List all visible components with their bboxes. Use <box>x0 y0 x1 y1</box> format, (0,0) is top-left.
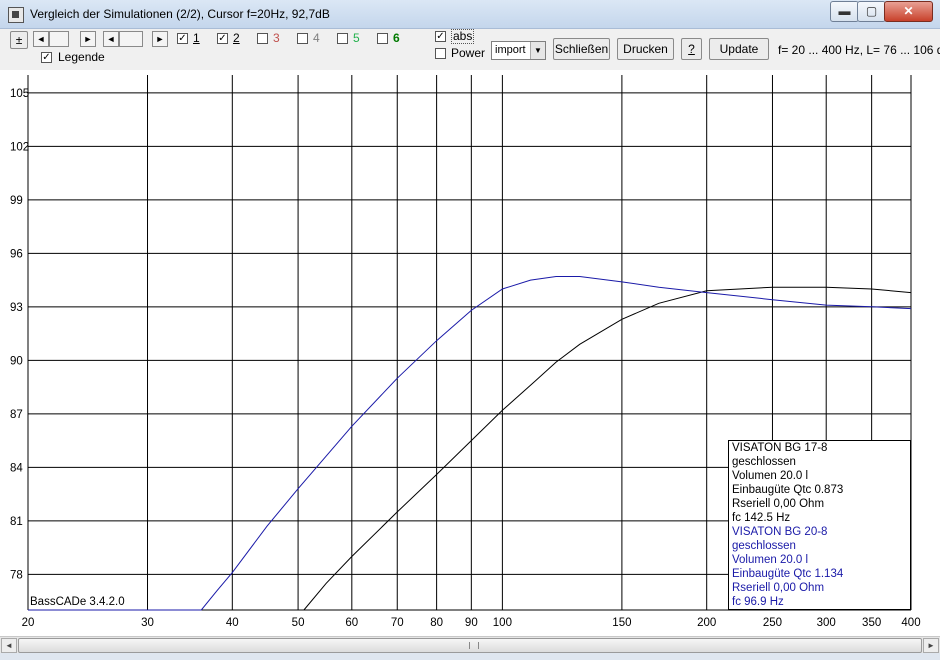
y-tick-label: 81 <box>10 516 23 528</box>
legend-line: geschlossen <box>732 540 796 552</box>
abs-label: abs <box>451 29 475 44</box>
import-select-value: import <box>495 44 526 56</box>
scroll-left-button[interactable]: ◄ <box>33 31 49 47</box>
close-window-button[interactable]: ✕ <box>884 1 933 22</box>
legende-checkbox[interactable]: ✓ <box>41 52 52 63</box>
x-tick-label: 200 <box>697 617 716 629</box>
y-tick-label: 105 <box>10 88 29 100</box>
legend-box: VISATON BG 17-8 geschlossen Volumen 20.0… <box>728 440 911 610</box>
sim2-checkbox[interactable]: ✓ <box>217 33 228 44</box>
y-tick-label: 99 <box>10 195 23 207</box>
sim4-label: 4 <box>313 31 320 45</box>
legend-line: Rseriell 0,00 Ohm <box>732 498 825 510</box>
x-tick-label: 250 <box>763 617 782 629</box>
legend-line: geschlossen <box>732 456 796 468</box>
range-readout: f= 20 ... 400 Hz, L= 76 ... 106 dB <box>778 43 940 57</box>
x-tick-label: 30 <box>141 617 154 629</box>
scroll-right-arrow-icon[interactable]: ► <box>923 638 939 653</box>
sim1-label: 1 <box>193 31 200 45</box>
x-tick-label: 40 <box>226 617 239 629</box>
sim6-checkbox[interactable] <box>377 33 388 44</box>
chevron-down-icon[interactable]: ▼ <box>530 42 545 59</box>
scroll-left-field[interactable] <box>49 31 69 47</box>
y-tick-label: 78 <box>10 569 23 581</box>
sim5-label: 5 <box>353 31 360 45</box>
x-tick-label: 350 <box>862 617 881 629</box>
legend-line: Volumen 20.0 l <box>732 554 809 566</box>
app-icon[interactable] <box>8 7 24 23</box>
x-tick-label: 400 <box>901 617 920 629</box>
y-tick-label: 84 <box>10 462 23 474</box>
legend-line: fc 142.5 Hz <box>732 512 791 524</box>
x-tick-label: 50 <box>292 617 305 629</box>
legend-line: Rseriell 0,00 Ohm <box>732 582 825 594</box>
legend-line: VISATON BG 20-8 <box>732 526 828 538</box>
y-tick-label: 96 <box>10 248 23 260</box>
title-bar: Vergleich der Simulationen (2/2), Cursor… <box>0 0 940 29</box>
x-tick-label: 80 <box>430 617 443 629</box>
zoom-field[interactable] <box>119 31 143 47</box>
x-tick-label: 20 <box>22 617 35 629</box>
legend-line: fc 96.9 Hz <box>732 596 784 608</box>
legend-line: Einbaugüte Qtc 1.134 <box>732 568 844 580</box>
x-tick-label: 90 <box>465 617 478 629</box>
sim1-checkbox[interactable]: ✓ <box>177 33 188 44</box>
x-tick-label: 60 <box>345 617 358 629</box>
status-bar <box>0 653 940 660</box>
power-checkbox[interactable] <box>435 48 446 59</box>
print-button[interactable]: Drucken <box>617 38 674 60</box>
plus-minus-button[interactable]: ± <box>10 31 28 49</box>
sim6-label: 6 <box>393 31 400 45</box>
window-title: Vergleich der Simulationen (2/2), Cursor… <box>30 7 330 21</box>
scroll-left-arrow-icon[interactable]: ◄ <box>1 638 17 653</box>
update-button[interactable]: Update <box>709 38 769 60</box>
y-tick-label: 93 <box>10 302 23 314</box>
sim5-checkbox[interactable] <box>337 33 348 44</box>
x-tick-label: 100 <box>493 617 512 629</box>
x-tick-label: 300 <box>817 617 836 629</box>
sim3-checkbox[interactable] <box>257 33 268 44</box>
y-tick-label: 90 <box>10 355 23 367</box>
toolbar: ± ◄ ► ◄ ► ✓ 1 ✓ 2 3 4 5 6 ✓ Legende ✓ ab… <box>0 29 940 69</box>
legend-line: Einbaugüte Qtc 0.873 <box>732 484 844 496</box>
minimize-button[interactable]: ▬ <box>830 1 859 22</box>
zoom-right-button[interactable]: ► <box>152 31 168 47</box>
plot-area[interactable]: 20 30 40 50 60 70 80 90 100 150 200 250 300 350 400 78 8… <box>0 70 940 636</box>
sim3-label: 3 <box>273 31 280 45</box>
sim2-label: 2 <box>233 31 240 45</box>
sim4-checkbox[interactable] <box>297 33 308 44</box>
power-label: Power <box>451 46 486 60</box>
legend-line: Volumen 20.0 l <box>732 470 809 482</box>
legend-line: VISATON BG 17-8 <box>732 442 828 454</box>
version-label: BassCADe 3.4.2.0 <box>30 596 125 608</box>
close-button[interactable]: Schließen <box>553 38 610 60</box>
y-tick-label: 102 <box>10 141 29 153</box>
scroll-right-button[interactable]: ► <box>80 31 96 47</box>
legende-label: Legende <box>58 50 105 64</box>
import-select[interactable]: import ▼ <box>491 41 546 60</box>
grip-icon <box>469 642 479 649</box>
y-tick-label: 87 <box>10 409 23 421</box>
abs-checkbox[interactable]: ✓ <box>435 31 446 42</box>
zoom-left-button[interactable]: ◄ <box>103 31 119 47</box>
x-tick-label: 150 <box>612 617 631 629</box>
x-tick-label: 70 <box>391 617 404 629</box>
help-button[interactable]: ? <box>681 38 702 60</box>
horizontal-scrollbar[interactable]: ◄ ► <box>0 636 940 654</box>
scrollbar-thumb[interactable] <box>18 638 922 653</box>
maximize-button[interactable]: ▢ <box>857 1 886 22</box>
